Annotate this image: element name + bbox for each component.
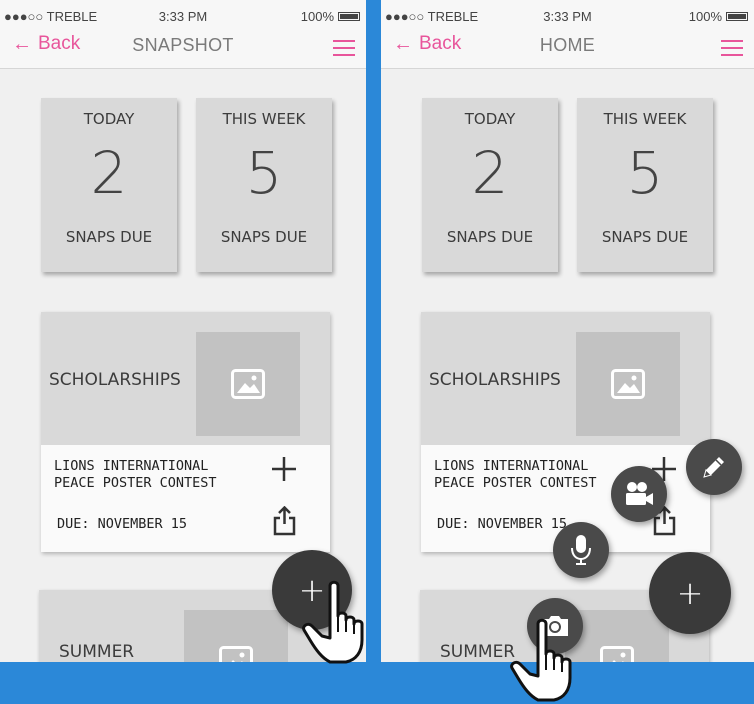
share-icon[interactable] — [272, 506, 297, 536]
contest-name-line1: LIONS INTERNATIONAL — [434, 458, 589, 474]
card-header: SCHOLARSHIPS — [421, 312, 710, 445]
tile-count: 2 — [471, 139, 509, 207]
image-placeholder — [196, 332, 300, 436]
due-date: DUE: NOVEMBER 15 — [57, 516, 188, 532]
card-header: SCHOLARSHIPS — [41, 312, 330, 445]
contest-name-line1: LIONS INTERNATIONAL — [54, 458, 209, 474]
image-icon — [231, 369, 265, 399]
nav-bar: ← Back SNAPSHOT — [0, 32, 366, 69]
tile-footer: SNAPS DUE — [446, 228, 534, 246]
contest-name-line2: PEACE POSTER CONTEST — [54, 475, 217, 491]
image-placeholder — [184, 610, 288, 662]
battery-icon — [726, 12, 748, 21]
record-video-button[interactable] — [611, 466, 667, 522]
video-camera-icon — [626, 482, 653, 505]
tile-count: 5 — [626, 139, 664, 207]
scholarships-card[interactable]: SCHOLARSHIPS LIONS INTERNATIONAL PEACE P… — [41, 312, 330, 552]
nav-bar: ← Back HOME — [381, 32, 754, 69]
this-week-tile[interactable]: THIS WEEK 5 SNAPS DUE — [577, 98, 713, 272]
battery-percent: 100% — [300, 9, 334, 24]
battery-percent: 100% — [688, 9, 722, 24]
tile-count: 2 — [90, 139, 128, 207]
add-fab-button[interactable]: + — [272, 550, 352, 630]
camera-icon — [542, 616, 568, 636]
battery-status: 100% — [301, 9, 360, 24]
hamburger-menu-icon[interactable] — [721, 40, 743, 56]
scholarships-card[interactable]: SCHOLARSHIPS LIONS INTERNATIONAL PEACE P… — [421, 312, 710, 552]
plus-icon: + — [676, 574, 704, 612]
tile-heading: THIS WEEK — [603, 110, 687, 128]
tile-footer: SNAPS DUE — [601, 228, 689, 246]
today-tile[interactable]: TODAY 2 SNAPS DUE — [422, 98, 558, 272]
card-title: SUMMER — [59, 642, 135, 662]
page-title: HOME — [539, 35, 596, 55]
image-icon — [219, 646, 253, 662]
microphone-icon — [571, 535, 591, 565]
tile-heading: TODAY — [464, 110, 516, 128]
tile-count: 5 — [245, 139, 283, 207]
write-note-button[interactable] — [686, 439, 742, 495]
hamburger-menu-icon[interactable] — [333, 40, 355, 56]
today-tile[interactable]: TODAY 2 SNAPS DUE — [41, 98, 177, 272]
contest-name-line2: PEACE POSTER CONTEST — [434, 475, 597, 491]
tile-heading: THIS WEEK — [222, 110, 306, 128]
page-title: SNAPSHOT — [132, 35, 234, 55]
due-date: DUE: NOVEMBER 15 — [437, 516, 568, 532]
card-title: SCHOLARSHIPS — [429, 370, 561, 390]
image-placeholder — [576, 332, 680, 436]
add-icon[interactable] — [270, 455, 298, 483]
tile-heading: TODAY — [83, 110, 135, 128]
card-title: SCHOLARSHIPS — [49, 370, 181, 390]
tile-footer: SNAPS DUE — [65, 228, 153, 246]
battery-status: 100% — [689, 9, 748, 24]
card-title: SUMMER — [440, 642, 516, 662]
pencil-icon — [703, 457, 724, 478]
add-fab-button[interactable]: + — [649, 552, 731, 634]
image-icon — [611, 369, 645, 399]
image-icon — [600, 646, 634, 662]
status-bar: ●●●○○ TREBLE 3:33 PM 100% — [0, 0, 366, 32]
battery-icon — [338, 12, 360, 21]
take-photo-button[interactable] — [527, 598, 583, 654]
record-audio-button[interactable] — [553, 522, 609, 578]
this-week-tile[interactable]: THIS WEEK 5 SNAPS DUE — [196, 98, 332, 272]
tile-footer: SNAPS DUE — [220, 228, 308, 246]
plus-icon: + — [298, 571, 326, 609]
status-bar: ●●●○○ TREBLE 3:33 PM 100% — [381, 0, 754, 32]
